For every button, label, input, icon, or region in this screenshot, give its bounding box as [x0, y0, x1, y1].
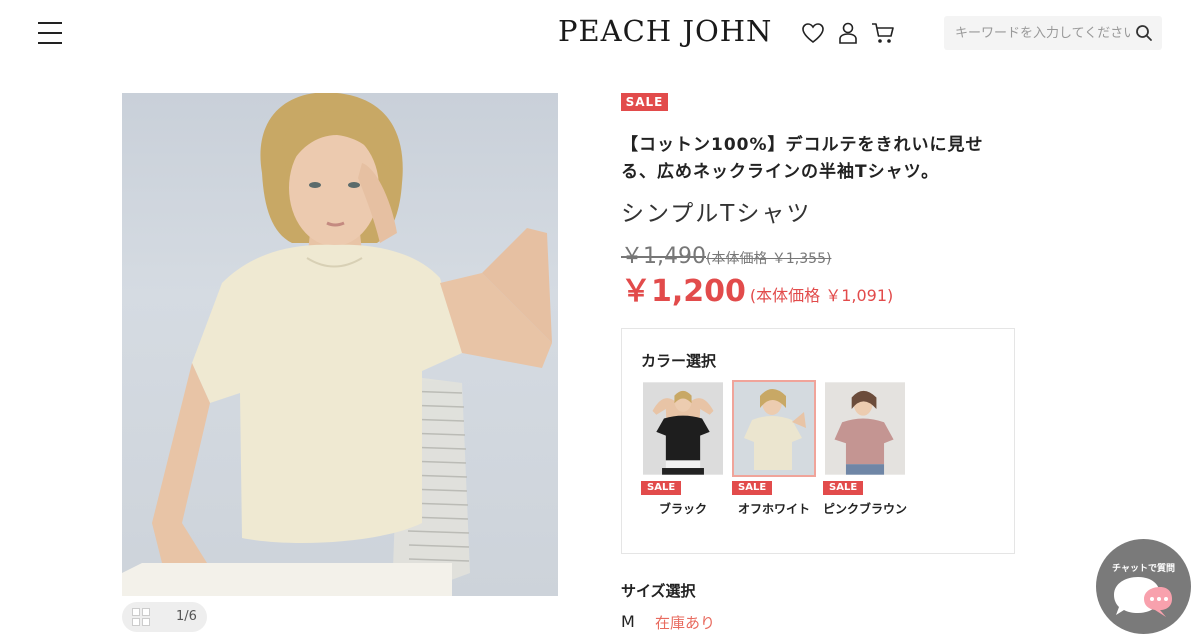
grid-view-icon[interactable]	[132, 608, 150, 626]
color-sale-badge: SALE	[732, 481, 773, 495]
color-thumb	[732, 380, 816, 477]
chat-button[interactable]: チャットで質問	[1096, 539, 1191, 634]
menu-icon[interactable]	[38, 22, 62, 44]
sale-price-value: ￥1,200	[621, 274, 746, 309]
color-option-pinkbrown[interactable]: SALE ピンクブラウン	[823, 380, 907, 516]
product-catchcopy: 【コットン100%】デコルテをきれいに見せる、広めネックラインの半袖Tシャツ。	[621, 135, 984, 182]
product-name: シンプルTシャツ	[621, 201, 812, 227]
size-option-m[interactable]: M 在庫あり	[621, 612, 821, 634]
color-name: ピンクブラウン	[823, 502, 908, 516]
chat-label: チャットで質問	[1112, 564, 1175, 574]
user-icon[interactable]	[835, 20, 861, 46]
original-price-base: (本体価格 ￥1,355)	[705, 251, 832, 267]
size-title: サイズ選択	[621, 582, 696, 600]
color-thumb	[823, 380, 907, 477]
gallery-controls: 1/6	[122, 602, 207, 632]
color-thumb	[641, 380, 725, 477]
size-value: M	[621, 612, 635, 631]
color-option-offwhite[interactable]: SALE オフホワイト	[732, 380, 816, 516]
sale-badge: SALE	[621, 93, 668, 111]
site-header: PEACH JOHN	[0, 0, 1200, 66]
color-sale-badge: SALE	[823, 481, 864, 495]
color-selector: カラー選択 SALE ブラック SALE オフホワイト SALE ピンクブラウン	[621, 328, 1015, 554]
color-name: ブラック	[658, 502, 707, 516]
color-sale-badge: SALE	[641, 481, 682, 495]
image-counter: 1/6	[176, 609, 197, 624]
search-input[interactable]	[944, 16, 1130, 50]
sale-price: ￥1,200 (本体価格 ￥1,091)	[621, 266, 893, 310]
color-option-black[interactable]: SALE ブラック	[641, 380, 725, 516]
search-box	[944, 16, 1162, 50]
color-name: オフホワイト	[737, 502, 810, 516]
product-main-image[interactable]	[122, 93, 558, 596]
heart-icon[interactable]	[800, 20, 826, 46]
site-logo[interactable]: PEACH JOHN	[558, 14, 772, 48]
chat-bubble-icon	[1114, 577, 1172, 617]
search-icon[interactable]	[1135, 24, 1153, 42]
stock-status: 在庫あり	[655, 614, 716, 632]
color-title: カラー選択	[641, 352, 717, 370]
cart-icon[interactable]	[870, 20, 896, 46]
sale-price-base: (本体価格 ￥1,091)	[749, 286, 894, 305]
